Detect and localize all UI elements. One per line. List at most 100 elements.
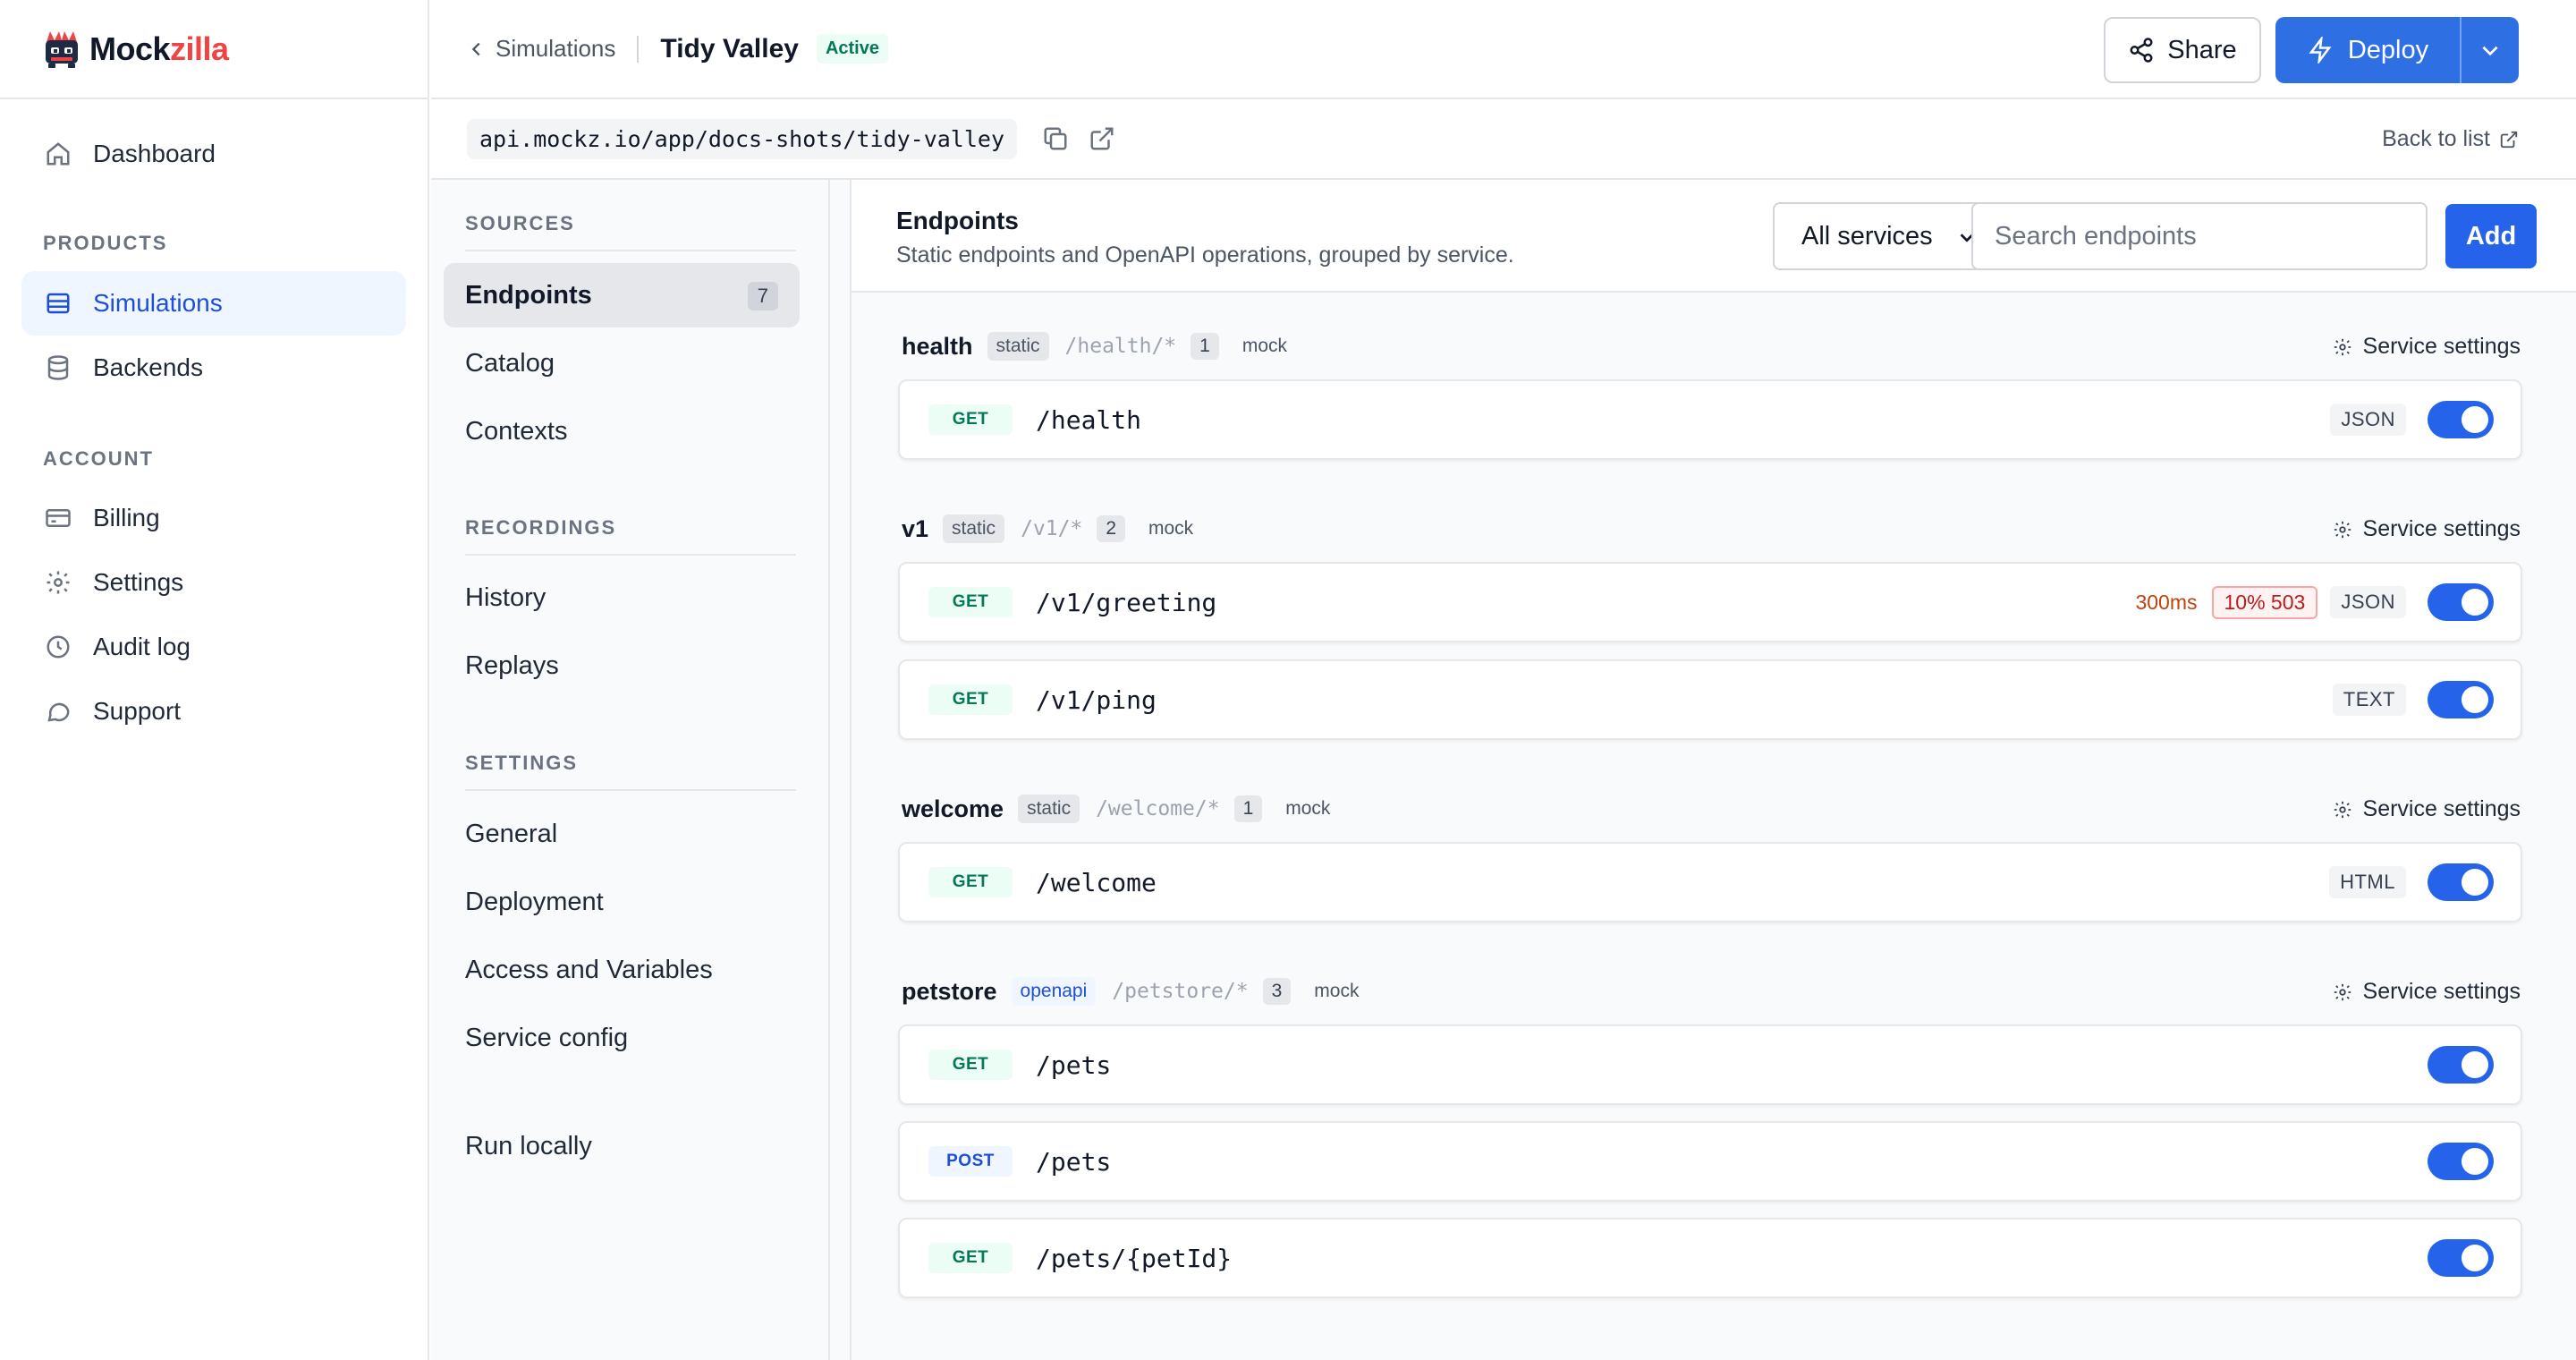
- endpoint-enabled-toggle[interactable]: [2428, 863, 2494, 901]
- breadcrumb-back-link[interactable]: Simulations: [467, 35, 615, 63]
- open-url-button[interactable]: [1089, 125, 1115, 152]
- service-header-health: health static /health/* 1 mock Service s…: [902, 328, 2521, 364]
- deploy-menu-button[interactable]: [2460, 17, 2519, 83]
- sidebar-item-support[interactable]: Support: [21, 679, 406, 744]
- subnav-item-service-config[interactable]: Service config: [444, 1006, 800, 1070]
- home-icon: [47, 142, 70, 166]
- endpoint-row[interactable]: POST /pets: [898, 1121, 2522, 1202]
- http-method-badge: GET: [928, 867, 1013, 897]
- subnav-item-label: Service config: [465, 1023, 629, 1052]
- sidebar-item-audit-log[interactable]: Audit log: [21, 615, 406, 679]
- sidebar-item-simulations[interactable]: Simulations: [21, 271, 406, 336]
- subnav-item-general[interactable]: General: [444, 802, 800, 866]
- service-endpoint-count: 3: [1262, 978, 1292, 1005]
- credit-card-icon: [46, 509, 71, 527]
- endpoint-path: /pets: [1036, 1146, 1112, 1177]
- sidebar-item-label: Simulations: [93, 289, 223, 317]
- add-endpoint-button[interactable]: Add: [2445, 204, 2537, 268]
- endpoint-row[interactable]: GET /welcome HTML: [898, 842, 2522, 922]
- subnav-item-deployment[interactable]: Deployment: [444, 870, 800, 934]
- breadcrumb-divider: [637, 35, 640, 63]
- deploy-button[interactable]: Deploy: [2275, 17, 2460, 83]
- service-endpoint-count: 1: [1233, 795, 1263, 822]
- service-type-badge: static: [987, 332, 1049, 361]
- database-icon: [47, 355, 69, 380]
- service-endpoint-count: 2: [1097, 515, 1125, 542]
- endpoint-row[interactable]: GET /v1/greeting 300ms 10% 503 JSON: [898, 562, 2522, 642]
- gear-icon: [2334, 521, 2351, 538]
- endpoint-row[interactable]: GET /v1/ping TEXT: [898, 659, 2522, 740]
- brand-name-part1: Mock: [89, 30, 171, 67]
- endpoint-enabled-toggle[interactable]: [2428, 681, 2494, 718]
- service-settings-button[interactable]: Service settings: [2333, 516, 2521, 542]
- service-settings-label: Service settings: [2362, 796, 2521, 821]
- response-format-badge: JSON: [2330, 586, 2406, 618]
- http-method-badge: GET: [928, 1243, 1013, 1273]
- endpoint-meta: TEXT: [2332, 661, 2494, 738]
- copy-url-button[interactable]: [1042, 125, 1069, 152]
- subnav-item-label: Endpoints: [465, 280, 592, 310]
- endpoint-enabled-toggle[interactable]: [2428, 401, 2494, 438]
- endpoint-row[interactable]: GET /health JSON: [898, 379, 2522, 460]
- service-type-badge: static: [943, 514, 1005, 543]
- page-header: Simulations Tidy Valley Active Share Dep…: [431, 0, 2576, 99]
- subnav-item-label: Access and Variables: [465, 955, 713, 984]
- sidebar-item-backends[interactable]: Backends: [21, 336, 406, 400]
- back-to-list-link[interactable]: Back to list: [2382, 126, 2519, 152]
- deploy-button-label: Deploy: [2347, 35, 2429, 64]
- service-name: health: [902, 332, 973, 360]
- mockzilla-logo-icon: [46, 30, 78, 68]
- service-settings-button[interactable]: Service settings: [2333, 796, 2521, 822]
- service-path: /welcome/*: [1096, 797, 1220, 820]
- subnav-item-label: Contexts: [465, 416, 568, 446]
- endpoint-enabled-toggle[interactable]: [2428, 583, 2494, 621]
- endpoints-toolbar: Endpoints Static endpoints and OpenAPI o…: [850, 180, 2576, 293]
- subnav-item-history[interactable]: History: [444, 565, 800, 630]
- http-method-badge: GET: [928, 684, 1013, 715]
- deploy-split-button: Deploy: [2275, 17, 2519, 83]
- share-button[interactable]: Share: [2104, 17, 2261, 83]
- gear-icon: [2334, 801, 2351, 818]
- sidebar-item-dashboard[interactable]: Dashboard: [21, 122, 406, 186]
- service-settings-button[interactable]: Service settings: [2333, 334, 2521, 360]
- endpoint-path: /welcome: [1036, 867, 1157, 897]
- latency-badge: 300ms: [2135, 590, 2198, 614]
- endpoint-row[interactable]: GET /pets/{petId}: [898, 1218, 2522, 1298]
- endpoint-enabled-toggle[interactable]: [2428, 1046, 2494, 1084]
- service-path: /petstore/*: [1112, 980, 1249, 1003]
- brand-name: Mockzilla: [89, 30, 229, 68]
- subnav-item-label: Deployment: [465, 887, 604, 916]
- simulation-url[interactable]: api.mockz.io/app/docs-shots/tidy-valley: [467, 118, 1017, 159]
- subnav-item-access-and-variables[interactable]: Access and Variables: [444, 938, 800, 1002]
- subnav-item-replays[interactable]: Replays: [444, 633, 800, 698]
- subnav-item-label: Run locally: [465, 1131, 592, 1160]
- service-settings-button[interactable]: Service settings: [2333, 979, 2521, 1005]
- endpoint-enabled-toggle[interactable]: [2428, 1239, 2494, 1277]
- sidebar-item-label: Audit log: [93, 633, 191, 660]
- subnav-item-catalog[interactable]: Catalog: [444, 331, 800, 395]
- share-button-label: Share: [2167, 35, 2237, 64]
- response-format-badge: TEXT: [2332, 684, 2406, 716]
- subnav-item-endpoints[interactable]: Endpoints 7: [444, 263, 800, 327]
- subnav-item-run-locally[interactable]: Run locally: [444, 1114, 800, 1178]
- service-endpoint-count: 1: [1191, 333, 1219, 360]
- endpoint-enabled-toggle[interactable]: [2428, 1143, 2494, 1180]
- brand[interactable]: Mockzilla: [0, 0, 428, 99]
- search-endpoints-input[interactable]: [1971, 202, 2428, 270]
- response-format-badge: JSON: [2330, 404, 2406, 436]
- service-mode: mock: [1148, 518, 1194, 539]
- sidebar-item-settings[interactable]: Settings: [21, 550, 406, 615]
- clock-icon: [47, 635, 70, 659]
- sidebar-section-account: ACCOUNT: [43, 447, 154, 470]
- simulation-nav: SOURCES Endpoints 7 Catalog Contexts REC…: [431, 180, 830, 1360]
- endpoint-row[interactable]: GET /pets: [898, 1024, 2522, 1105]
- service-mode: mock: [1285, 798, 1331, 819]
- service-filter-select[interactable]: All services: [1773, 202, 1991, 270]
- service-settings-label: Service settings: [2362, 516, 2521, 541]
- subnav-item-label: Catalog: [465, 348, 555, 378]
- service-name: petstore: [902, 977, 997, 1005]
- sidebar-item-billing[interactable]: Billing: [21, 486, 406, 550]
- service-mode: mock: [1241, 336, 1288, 356]
- endpoint-path: /health: [1036, 404, 1142, 435]
- subnav-item-contexts[interactable]: Contexts: [444, 399, 800, 463]
